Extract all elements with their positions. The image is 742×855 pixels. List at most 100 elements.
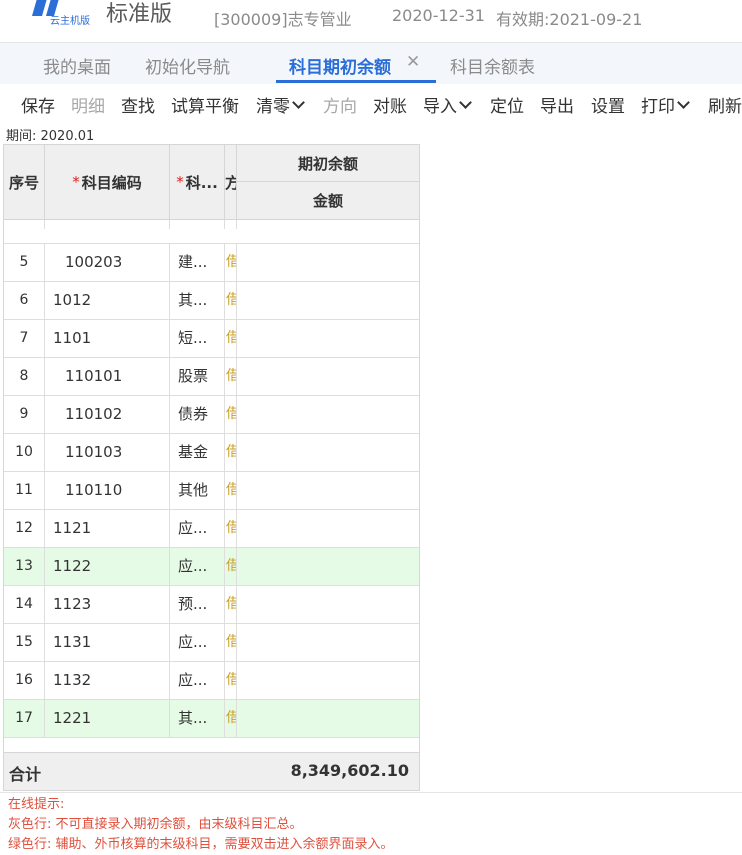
row-code: 110110 [45,472,170,509]
row-amount[interactable] [237,396,419,433]
row-amount[interactable] [237,434,419,471]
company-name[interactable]: [300009]志专管业 [214,6,352,30]
tips-gray-row: 灰色行: 不可直接录入期初余额，由末级科目汇总。 [8,817,303,832]
row-code: 110101 [45,358,170,395]
table-row[interactable]: 61012其...借 [4,282,419,320]
row-amount[interactable] [237,662,419,699]
row-name: 其... [170,700,225,737]
row-amount[interactable] [237,358,419,395]
row-code: 1122 [45,548,170,585]
current-date: 2020-12-31 [392,6,485,25]
toolbar: 保存 明细 查找 试算平衡 清零 方向 对账 导入 定位 导出 设置 打印 刷新 [0,84,742,120]
col-header-code[interactable]: * 科目编码 [45,144,170,220]
logo-subtitle: 云主机版 [50,16,90,27]
table-row[interactable]: 141123预...借 [4,586,419,624]
locate-button[interactable]: 定位 [490,92,524,117]
table-row[interactable]: 131122应...借 [4,548,419,586]
row-seq: 17 [4,700,45,737]
row-name: 建... [170,244,225,281]
detail-button[interactable]: 明细 [71,92,105,117]
row-direction: 借 [225,586,237,623]
row-seq: 5 [4,244,45,281]
row-amount[interactable] [237,244,419,281]
row-code: 110103 [45,434,170,471]
clear-dropdown[interactable]: 清零 [256,92,305,117]
table-row[interactable]: 151131应...借 [4,624,419,662]
row-name: 应... [170,510,225,547]
row-name: 其他 [170,472,225,509]
row-seq: 11 [4,472,45,509]
row-amount[interactable] [237,586,419,623]
row-amount[interactable] [237,510,419,547]
row-code: 110102 [45,396,170,433]
row-name: 工... [170,220,225,229]
row-amount[interactable] [237,472,419,509]
export-button[interactable]: 导出 [540,92,574,117]
table-row[interactable]: 5100203建...借 [4,244,419,282]
row-direction: 借 [225,624,237,661]
import-dropdown[interactable]: 导入 [423,92,472,117]
table-row[interactable]: 8110101股票借 [4,358,419,396]
tab-opening-balance[interactable]: 科目期初余额 [289,53,391,78]
tab-init-guide[interactable]: 初始化导航 [145,53,230,78]
row-direction: 借 [225,472,237,509]
col-header-name[interactable]: * 科... [170,144,225,220]
direction-button[interactable]: 方向 [323,92,357,117]
row-seq: 7 [4,320,45,357]
row-code: 1221 [45,700,170,737]
trial-balance-button[interactable]: 试算平衡 [171,92,239,117]
total-row: 合计 8,349,602.10 [4,752,419,790]
tab-my-desktop[interactable]: 我的桌面 [43,53,111,78]
row-seq: 15 [4,624,45,661]
row-amount[interactable] [237,320,419,357]
row-name: 股票 [170,358,225,395]
online-tips: 在线提示: 灰色行: 不可直接录入期初余额，由末级科目汇总。 绿色行: 辅助、外… [8,795,394,855]
print-label: 打印 [641,97,675,117]
row-amount[interactable] [237,282,419,319]
row-name: 短... [170,320,225,357]
col-header-name-label: 科... [185,173,218,192]
reconcile-button[interactable]: 对账 [373,92,407,117]
grid-body[interactable]: 4100202工...借6,459.595100203建...借61012其..… [4,220,419,752]
row-name: 应... [170,624,225,661]
close-tab-icon[interactable]: ✕ [406,52,420,72]
settings-button[interactable]: 设置 [591,92,625,117]
col-group-opening-balance: 期初余额 [237,144,419,182]
table-row[interactable]: 171221其...借 [4,700,419,738]
required-mark: * [176,173,184,191]
row-direction: 借 [225,244,237,281]
tab-balance-sheet[interactable]: 科目余额表 [450,53,535,78]
save-button[interactable]: 保存 [21,92,55,117]
row-code: 1131 [45,624,170,661]
find-button[interactable]: 查找 [121,92,155,117]
table-row[interactable]: 161132应...借 [4,662,419,700]
table-row[interactable]: 10110103基金借 [4,434,419,472]
row-code: 1101 [45,320,170,357]
import-label: 导入 [423,97,457,117]
total-value: 8,349,602.10 [290,761,409,780]
row-name: 应... [170,548,225,585]
chevron-down-icon [677,96,690,109]
clear-label: 清零 [256,97,290,117]
row-seq: 14 [4,586,45,623]
table-row[interactable]: 4100202工...借6,459.59 [4,220,419,244]
table-row[interactable]: 11110110其他借 [4,472,419,510]
row-direction: 借 [225,700,237,737]
col-header-direction[interactable]: 方 [225,144,237,220]
row-amount[interactable] [237,548,419,585]
print-dropdown[interactable]: 打印 [641,92,690,117]
table-row[interactable]: 121121应...借 [4,510,419,548]
refresh-button[interactable]: 刷新 [708,92,742,117]
divider [0,792,742,793]
row-amount[interactable] [237,700,419,737]
table-row[interactable]: 9110102债券借 [4,396,419,434]
row-seq: 6 [4,282,45,319]
app-name: 标准版 [106,2,173,27]
required-mark: * [72,173,80,191]
app-header: 云主机版 标准版 [300009]志专管业 2020-12-31 有效期:202… [0,0,742,43]
row-amount[interactable] [237,624,419,661]
col-header-amount[interactable]: 金额 [237,182,419,220]
table-row[interactable]: 71101短...借 [4,320,419,358]
row-amount[interactable]: 6,459.59 [237,220,419,229]
tips-title: 在线提示: [8,797,65,812]
